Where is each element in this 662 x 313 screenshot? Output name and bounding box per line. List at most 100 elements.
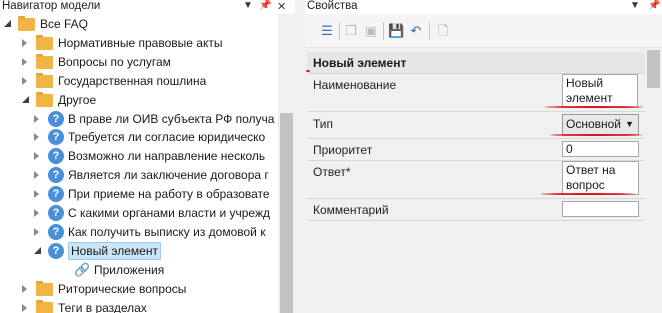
expand-arrow-icon[interactable] (22, 284, 27, 293)
right-panel-title: Свойства (307, 0, 358, 12)
folder-icon (36, 34, 53, 50)
type-select[interactable]: Основной ▼ (562, 114, 639, 135)
name-field[interactable]: Новый элемент (562, 74, 638, 108)
tree-item-label: При приеме на работу в образовате (68, 187, 270, 202)
expand-arrow-icon[interactable] (22, 76, 27, 85)
question-icon: ? (48, 148, 64, 165)
question-icon: ? (48, 186, 64, 203)
expand-arrow-icon[interactable] (22, 57, 27, 66)
answer-label: Ответ* (313, 165, 351, 179)
model-tree: Все FAQ Нормативные правовые акты Вопросы … (0, 14, 278, 313)
folder-icon (36, 299, 53, 313)
question-icon: ? (48, 223, 64, 240)
tree-row[interactable]: ? Новый элемент (0, 241, 278, 260)
question-icon: ? (48, 129, 64, 146)
properties-scrollbar-thumb[interactable] (647, 50, 660, 88)
tree-item-label: Государственная пошлина (58, 73, 207, 88)
properties-toolbar: ☰ ❐ ▣ 💾 ↶ 🗋 (305, 14, 662, 48)
expand-arrow-icon[interactable] (34, 171, 39, 180)
collapse-arrow-icon[interactable] (34, 246, 41, 254)
folder-icon (36, 72, 53, 88)
collapse-arrow-icon[interactable] (22, 95, 29, 103)
tree-item-label: Является ли заключение договора г (68, 168, 269, 183)
question-icon: ? (48, 167, 64, 184)
red-annotation-mark (550, 134, 642, 136)
type-select-value: Основной (566, 117, 622, 131)
expand-arrow-icon[interactable] (34, 152, 39, 161)
tree-row[interactable]: ? Требуется ли согласие юридическо (0, 128, 278, 146)
type-label: Тип (313, 117, 334, 131)
tree-row[interactable]: Другое (0, 91, 278, 109)
tree-item-label: Возможно ли направление несколь (68, 149, 266, 164)
tree-item-label: Вопросы по услугам (58, 54, 171, 69)
tree-row[interactable]: ? При приеме на работу в образовате (0, 185, 278, 203)
panel-dropdown-icon[interactable]: ▼ (243, 0, 253, 11)
tree-item-label: С какими органами власти и учрежд (68, 206, 270, 220)
tree-scrollbar[interactable] (278, 14, 295, 313)
toolbar-separator (339, 22, 340, 40)
toolbar-separator (429, 22, 430, 40)
tree-item-label: Другое (58, 92, 97, 107)
tree-row[interactable]: 🔗 Приложения (0, 261, 278, 279)
expand-arrow-icon[interactable] (34, 190, 39, 199)
tree-row[interactable]: Государственная пошлина (0, 72, 278, 90)
pin-icon[interactable]: 📌 (259, 0, 271, 11)
folder-icon (36, 280, 53, 296)
tree-scrollbar-thumb[interactable] (280, 113, 293, 313)
collapse-arrow-icon[interactable] (4, 20, 11, 27)
tree-item-label: Нормативные правовые акты (58, 35, 223, 50)
properties-grid: Новый элемент Наименование Новый элемент… (305, 48, 645, 313)
property-list-icon[interactable]: ☰ (319, 23, 335, 39)
expand-arrow-icon[interactable] (34, 227, 39, 236)
tree-row[interactable]: ? С какими органами власти и учрежд (0, 204, 278, 222)
tree-row[interactable]: Все FAQ (0, 15, 278, 33)
expand-arrow-icon[interactable] (22, 38, 27, 47)
answer-field[interactable]: Ответ на вопрос (562, 161, 639, 195)
paste-icon[interactable]: ▣ (363, 23, 379, 39)
tree-item-label: Требуется ли согласие юридическо (68, 130, 266, 145)
expand-arrow-icon[interactable] (34, 209, 39, 217)
comment-label: Комментарий (313, 203, 389, 217)
row-divider (307, 111, 645, 112)
tree-row[interactable]: Теги в разделах (0, 299, 278, 313)
folder-icon (36, 91, 53, 107)
tree-row[interactable]: ? В праве ли ОИВ субъекта РФ получа (0, 110, 278, 128)
tree-item-label: Теги в разделах (58, 300, 147, 313)
toolbar-separator (383, 22, 384, 40)
tree-item-label: В праве ли ОИВ субъекта РФ получа (68, 111, 275, 126)
copy-icon[interactable]: ❐ (343, 23, 359, 39)
question-icon: ? (48, 242, 64, 259)
expand-arrow-icon[interactable] (34, 114, 39, 123)
panel-dropdown-icon[interactable]: ▼ (630, 0, 640, 11)
row-divider (307, 220, 645, 221)
link-icon: 🔗 (74, 261, 91, 277)
clear-icon[interactable]: 🗋 (435, 23, 451, 39)
tree-row[interactable]: ? Как получить выписку из домовой к (0, 223, 278, 241)
row-divider (307, 198, 645, 199)
tree-row[interactable]: ? Является ли заключение договора г (0, 166, 278, 184)
priority-field[interactable]: 0 (562, 141, 639, 157)
save-icon[interactable]: 💾 (388, 23, 404, 39)
group-header: Новый элемент (307, 52, 645, 74)
panel-splitter[interactable] (295, 0, 305, 313)
left-panel-title: Навигатор модели (2, 0, 101, 12)
tree-row[interactable]: Вопросы по услугам (0, 53, 278, 71)
pin-icon[interactable]: 📌 (648, 0, 660, 11)
name-label: Наименование (313, 78, 397, 92)
row-divider (307, 138, 645, 139)
close-icon[interactable]: ✕ (277, 0, 286, 13)
comment-field[interactable] (562, 201, 639, 217)
tree-row[interactable]: ? Возможно ли направление несколь (0, 147, 278, 165)
undo-icon[interactable]: ↶ (408, 23, 424, 39)
question-icon: ? (48, 110, 64, 127)
expand-arrow-icon[interactable] (22, 303, 27, 312)
tree-item-label: Все FAQ (40, 17, 89, 31)
priority-label: Приоритет (313, 143, 373, 157)
expand-arrow-icon[interactable] (34, 133, 39, 142)
tree-row[interactable]: Риторические вопросы (0, 280, 278, 298)
tree-item-label: Новый элемент (68, 241, 161, 260)
properties-scrollbar[interactable] (645, 48, 662, 313)
red-annotation-mark (306, 70, 310, 72)
chevron-down-icon: ▼ (625, 119, 634, 129)
tree-row[interactable]: Нормативные правовые акты (0, 34, 278, 52)
